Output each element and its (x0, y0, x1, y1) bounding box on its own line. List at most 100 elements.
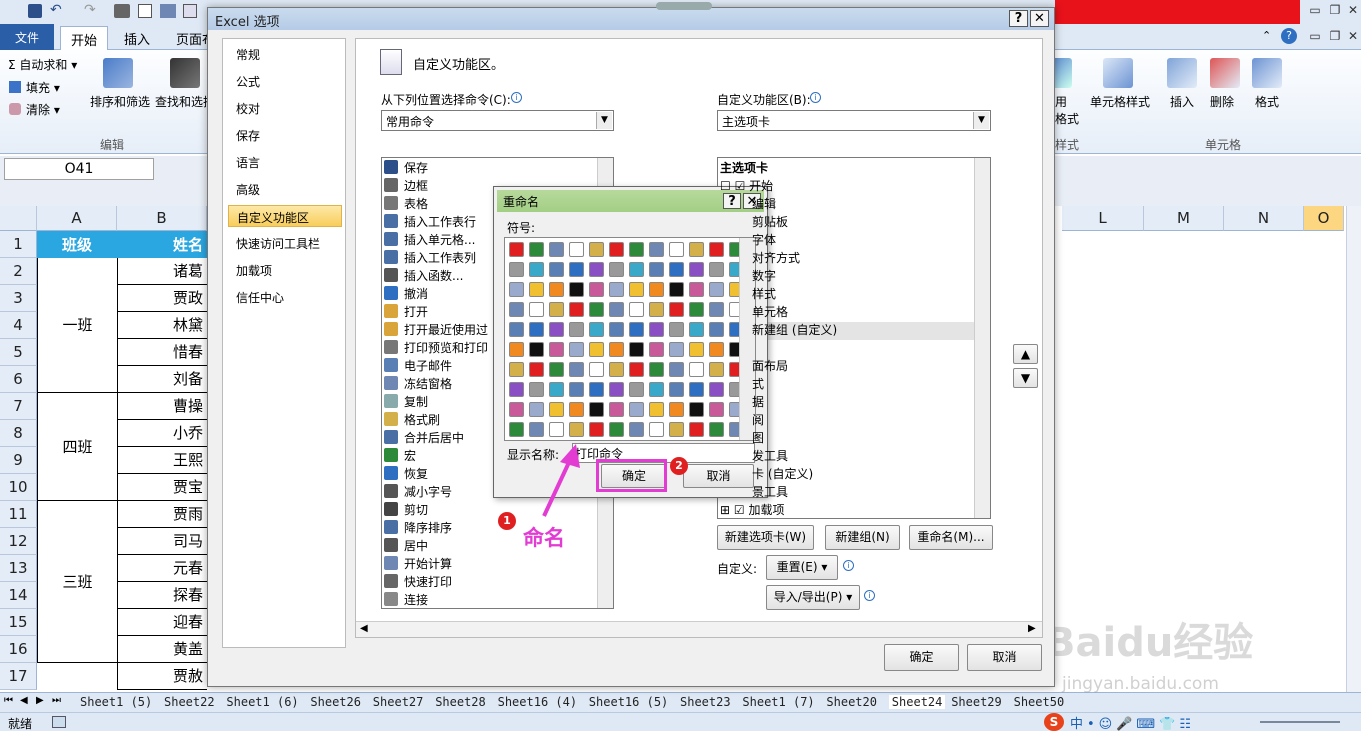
command-item[interactable]: 保存 (384, 159, 428, 177)
preview-icon[interactable] (138, 4, 152, 18)
sheet-tab[interactable]: Sheet50 (1014, 695, 1065, 709)
sheet-tab[interactable]: Sheet1 (6) (226, 695, 298, 709)
ribbon-tree-scrollbar[interactable] (974, 158, 990, 518)
symbol-icon[interactable] (609, 402, 624, 417)
symbol-icon[interactable] (549, 402, 564, 417)
symbol-grid[interactable] (504, 237, 756, 441)
symbol-icon[interactable] (609, 302, 624, 317)
name-cell[interactable]: 林黛 (117, 312, 207, 339)
symbol-icon[interactable] (569, 282, 584, 297)
symbol-icon[interactable] (509, 402, 524, 417)
tree-item[interactable]: 对齐方式 (752, 249, 800, 267)
symbol-icon[interactable] (549, 242, 564, 257)
sheet-tab[interactable]: Sheet22 (164, 695, 215, 709)
symbol-icon[interactable] (709, 382, 724, 397)
command-item[interactable]: 居中 (384, 537, 428, 555)
command-item[interactable]: 表格 (384, 195, 428, 213)
row-header[interactable]: 15 (0, 609, 37, 636)
command-item[interactable]: 插入工作表列 (384, 249, 476, 267)
name-cell[interactable]: 元春 (117, 555, 207, 582)
choose-commands-select[interactable]: 常用命令 ▼ (381, 110, 614, 131)
tree-item[interactable]: 剪贴板 (752, 213, 788, 231)
name-cell[interactable]: 贾宝 (117, 474, 207, 501)
symbol-icon[interactable] (549, 302, 564, 317)
doc-restore-icon[interactable]: ❐ (1326, 29, 1344, 45)
symbol-icon[interactable] (509, 282, 524, 297)
command-item[interactable]: 撤消 (384, 285, 428, 303)
symbol-icon[interactable] (509, 342, 524, 357)
symbol-icon[interactable] (509, 362, 524, 377)
symbol-icon[interactable] (549, 362, 564, 377)
row-header[interactable]: 16 (0, 636, 37, 663)
row-header[interactable]: 7 (0, 393, 37, 420)
symbol-icon[interactable] (689, 282, 704, 297)
scroll-left-icon[interactable]: ◀ (360, 623, 368, 634)
symbol-icon[interactable] (649, 342, 664, 357)
symbol-icon[interactable] (649, 382, 664, 397)
command-item[interactable]: 插入函数... (384, 267, 463, 285)
symbol-icon[interactable] (529, 402, 544, 417)
tree-item[interactable]: 阅 (752, 411, 764, 429)
symbol-icon[interactable] (649, 422, 664, 437)
symbol-icon[interactable] (509, 382, 524, 397)
symbol-icon[interactable] (589, 322, 604, 337)
symbol-icon[interactable] (689, 302, 704, 317)
symbol-icon[interactable] (709, 402, 724, 417)
sheet-nav-first-icon[interactable]: ⏮ (4, 695, 13, 706)
symbol-icon[interactable] (589, 382, 604, 397)
horizontal-scrollbar[interactable]: ◀ ▶ (356, 621, 1042, 637)
tree-item[interactable]: 编辑 (752, 195, 776, 213)
header-cell-name[interactable]: 姓名 (117, 231, 207, 258)
symbol-icon[interactable] (649, 322, 664, 337)
row-header[interactable]: 2 (0, 258, 37, 285)
row-header[interactable]: 12 (0, 528, 37, 555)
row-header[interactable]: 1 (0, 231, 37, 258)
drag-grip-icon[interactable] (656, 2, 712, 10)
symbol-icon[interactable] (649, 362, 664, 377)
symbol-icon[interactable] (689, 242, 704, 257)
name-cell[interactable]: 贾赦 (117, 663, 207, 690)
move-up-button[interactable]: ▲ (1013, 344, 1038, 364)
symbol-icon[interactable] (529, 422, 544, 437)
command-item[interactable]: 减小字号 (384, 483, 452, 501)
symbol-icon[interactable] (629, 322, 644, 337)
merged-cell-class-1[interactable]: 一班 (37, 258, 117, 393)
symbol-icon[interactable] (629, 342, 644, 357)
ribbon-tree[interactable]: 主选项卡 ☐ ☑ 开始 编辑 剪贴板 字体 对齐方式 数字 样式 单元格 新建组 (自定义) 面布… (717, 157, 991, 519)
row-header[interactable]: 13 (0, 555, 37, 582)
symbol-icon[interactable] (709, 362, 724, 377)
symbol-icon[interactable] (509, 422, 524, 437)
symbol-icon[interactable] (569, 342, 584, 357)
cell-style-button[interactable]: 单元格样式 (1090, 93, 1150, 110)
nav-item[interactable]: 快速访问工具栏 (228, 232, 342, 254)
row-header[interactable]: 14 (0, 582, 37, 609)
sheet-tab[interactable]: Sheet16 (5) (589, 695, 668, 709)
symbol-icon[interactable] (589, 302, 604, 317)
symbol-icon[interactable] (509, 242, 524, 257)
col-header-n[interactable]: N (1224, 206, 1304, 231)
tree-item[interactable]: 卡 (自定义) (752, 465, 813, 483)
symbol-icon[interactable] (669, 402, 684, 417)
rename-help-button[interactable]: ? (723, 193, 741, 209)
sheet-tab[interactable]: Sheet28 (435, 695, 486, 709)
row-header[interactable]: 11 (0, 501, 37, 528)
symbol-icon[interactable] (569, 422, 584, 437)
tab-home[interactable]: 开始 (60, 26, 109, 50)
command-item[interactable]: 插入单元格... (384, 231, 475, 249)
restore-icon[interactable]: ❐ (1326, 3, 1344, 19)
sheet-tab[interactable]: Sheet20 (826, 695, 877, 709)
nav-item[interactable]: 常规 (228, 43, 342, 65)
symbol-icon[interactable] (569, 362, 584, 377)
name-cell[interactable]: 诸葛 (117, 258, 207, 285)
tree-item[interactable]: ⊞ ☑ 加载项 (720, 501, 784, 518)
name-cell[interactable]: 迎春 (117, 609, 207, 636)
symbol-icon[interactable] (529, 302, 544, 317)
name-cell[interactable]: 王熙 (117, 447, 207, 474)
tab-insert[interactable]: 插入 (114, 26, 160, 50)
table-format-fragment[interactable]: 格式 (1055, 110, 1079, 127)
nav-item[interactable]: 公式 (228, 70, 342, 92)
symbol-icon[interactable] (549, 422, 564, 437)
command-item[interactable]: 恢复 (384, 465, 428, 483)
symbol-icon[interactable] (569, 302, 584, 317)
symbol-icon[interactable] (629, 242, 644, 257)
